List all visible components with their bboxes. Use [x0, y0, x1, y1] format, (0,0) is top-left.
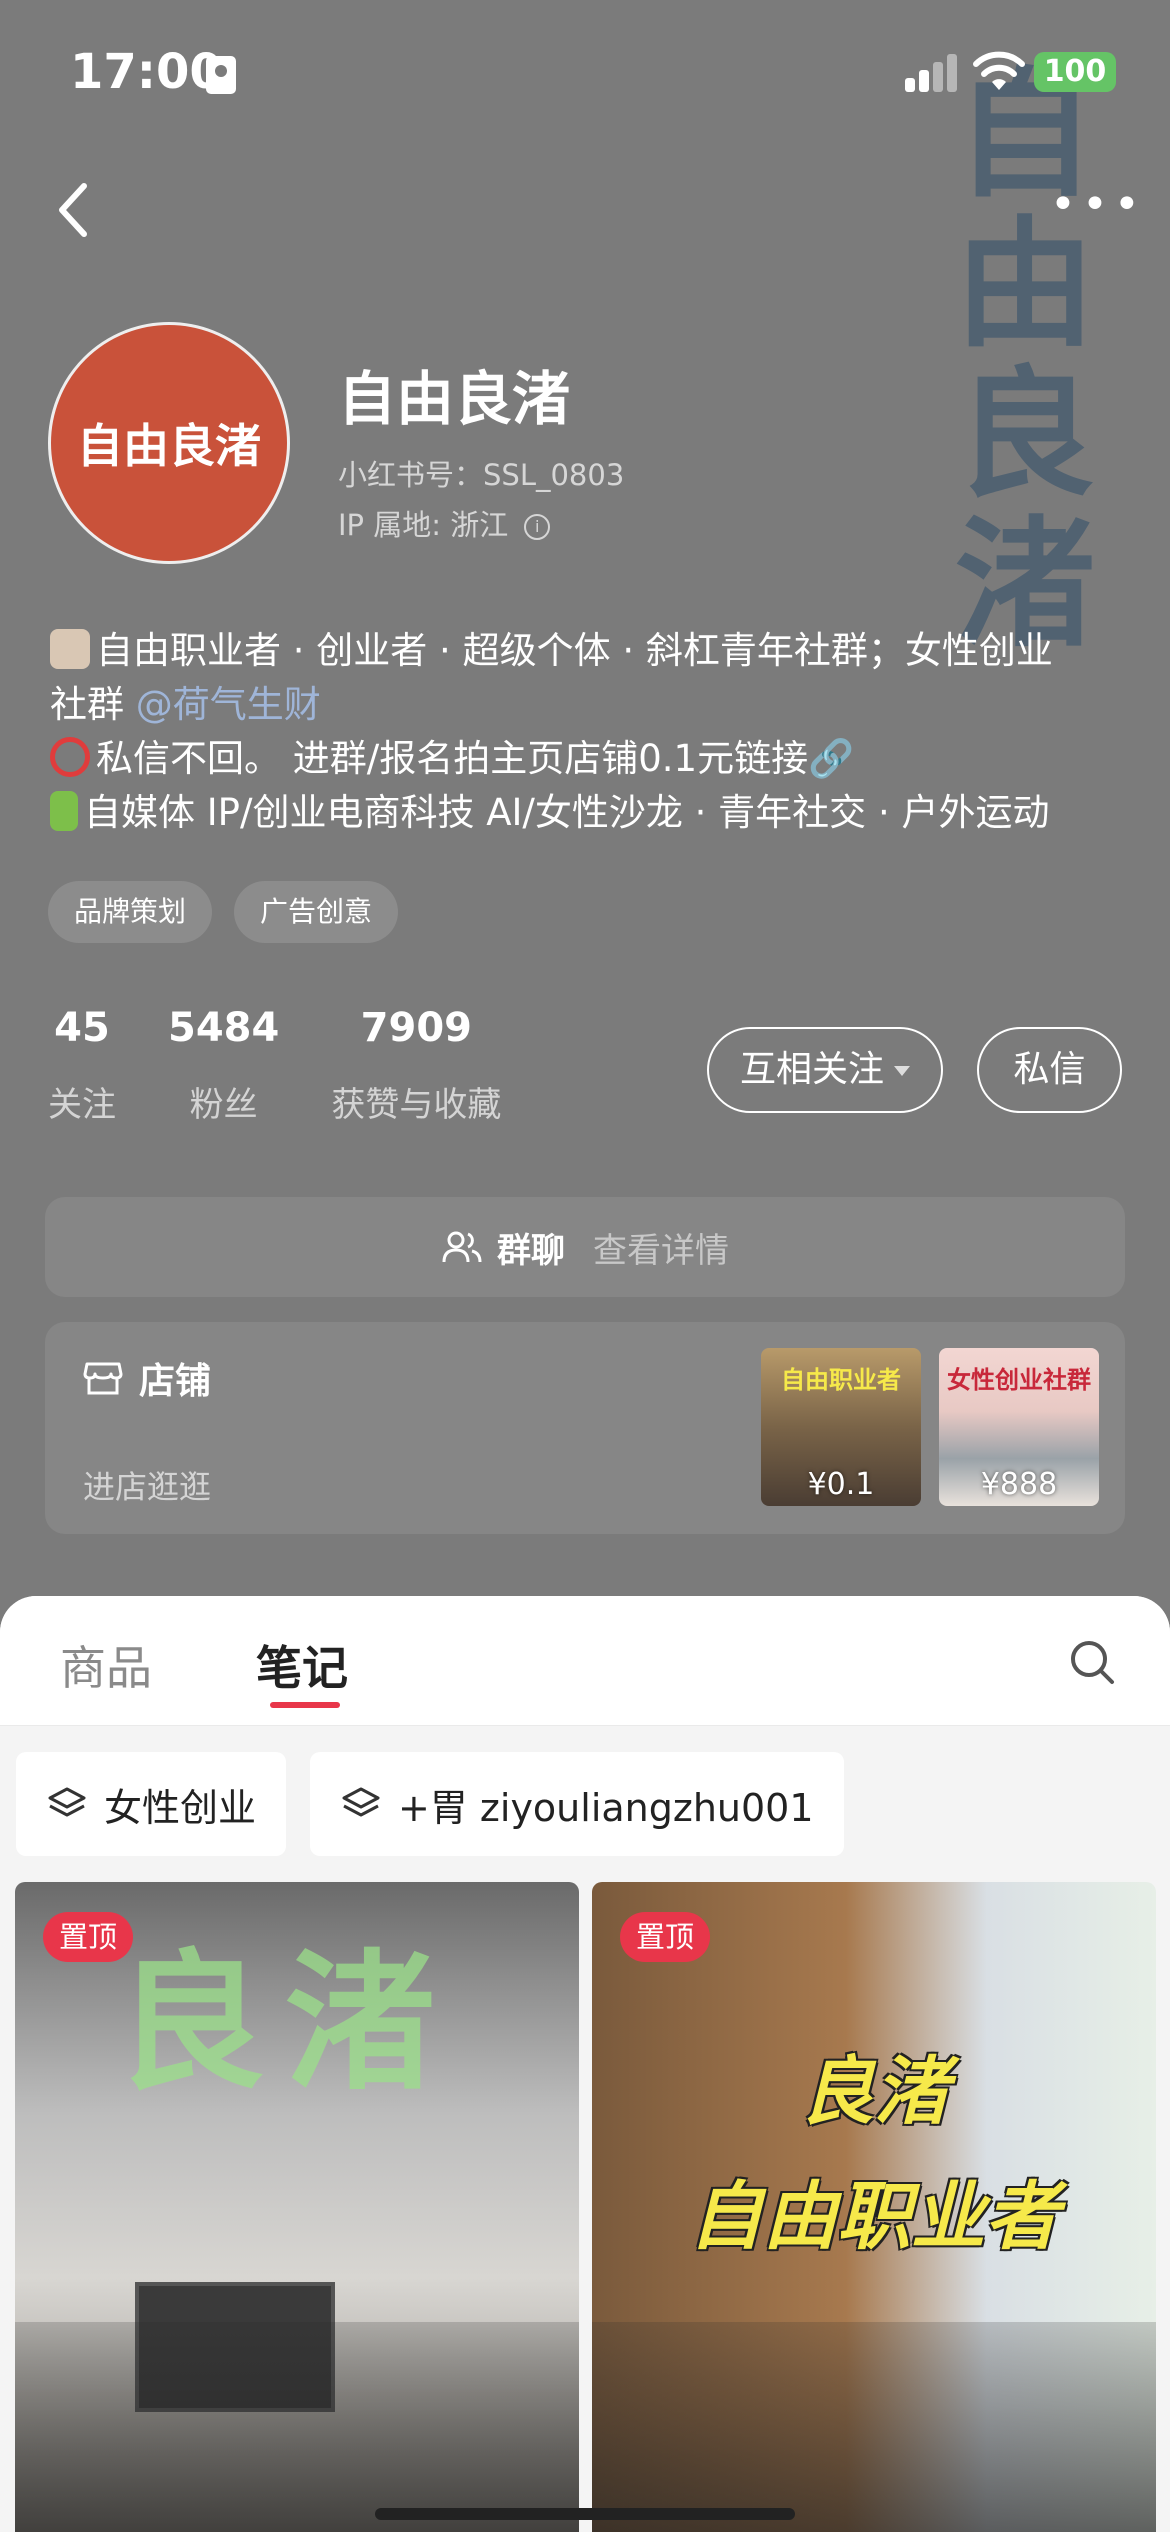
active-tab-indicator — [270, 1702, 340, 1708]
layers-icon — [342, 1787, 380, 1817]
stat-label: 获赞与收藏 — [331, 1085, 502, 1125]
stat-value: 5484 — [168, 1005, 280, 1051]
note-cover-image — [15, 2322, 579, 2532]
store-title-text: 店铺 — [139, 1361, 212, 1402]
note-cover-text: 良渚 — [115, 1937, 456, 2111]
status-time: 17:00 — [70, 44, 223, 100]
bio-text-3: 私信不回。 进群/报名拍主页店铺0.1元链接🔗 — [96, 737, 855, 780]
pinned-badge: 置顶 — [43, 1912, 134, 1962]
ip-location-text: IP 属地: 浙江 — [338, 508, 509, 542]
search-icon[interactable] — [1068, 1638, 1116, 1686]
group-icon — [442, 1231, 482, 1263]
signal-icon — [905, 52, 959, 92]
bio-line-1: 自由职业者 · 创业者 · 超级个体 · 斜杠青年社群；女性创业 — [50, 624, 1130, 678]
content-sheet: 商品 笔记 女性创业 +胃 ziyouliangzhu001 良渚 置顶 良渚 … — [0, 1596, 1170, 2532]
profile-bio: 自由职业者 · 创业者 · 超级个体 · 斜杠青年社群；女性创业 社群 @荷气生… — [50, 624, 1130, 840]
prohibited-emoji-icon — [50, 737, 90, 777]
more-options-icon[interactable]: ••• — [1050, 183, 1140, 227]
note-cover-line: 自由职业者 — [689, 2174, 1059, 2260]
caret-down-icon — [894, 1066, 910, 1076]
battery-indicator: 100 — [1034, 52, 1116, 92]
store-subtitle: 进店逛逛 — [83, 1468, 212, 1506]
stat-value: 7909 — [360, 1005, 472, 1051]
bio-line-3: 私信不回。 进群/报名拍主页店铺0.1元链接🔗 — [50, 732, 1130, 786]
store-item-price: ¥0.1 — [807, 1467, 875, 1502]
tab-notes[interactable]: 笔记 — [256, 1632, 348, 1698]
store-item-thumbnail[interactable]: 女性创业社群 ¥888 — [939, 1348, 1099, 1506]
collection-chip-label: +胃 ziyouliangzhu001 — [398, 1785, 814, 1830]
store-item-caption: 女性创业社群 — [947, 1366, 1091, 1394]
info-icon[interactable]: i — [524, 514, 551, 540]
bio-text-2: 社群 — [50, 683, 136, 726]
background-calligraphy: 自由良渚 — [954, 53, 1095, 667]
bio-line-4: 自媒体 IP/创业电商科技 AI/女性沙龙 · 青年社交 · 户外运动 — [50, 786, 1130, 840]
note-cover-image — [592, 2322, 1156, 2532]
profile-stats: 45 关注 5484 粉丝 7909 获赞与收藏 — [48, 1005, 553, 1126]
battery-emoji-icon — [50, 791, 78, 831]
tab-bar: 商品 笔记 — [0, 1596, 1170, 1726]
store-title: 店铺 — [83, 1352, 211, 1404]
back-arrow-icon[interactable] — [48, 170, 108, 250]
note-cover-line: 良渚 — [800, 2049, 948, 2135]
ip-location: IP 属地: 浙江 i — [338, 502, 551, 544]
mutual-follow-button[interactable]: 互相关注 — [707, 1027, 943, 1113]
group-chat-detail: 查看详情 — [593, 1230, 729, 1271]
store-item-price: ¥888 — [980, 1467, 1058, 1502]
profile-tags: 品牌策划 广告创意 — [48, 881, 399, 943]
tag-brand-planning: 品牌策划 — [48, 881, 213, 943]
stat-followers[interactable]: 5484 粉丝 — [168, 1005, 279, 1126]
store-icon — [83, 1362, 123, 1395]
group-chat-label: 群聊 — [497, 1230, 565, 1271]
stat-value: 45 — [54, 1005, 110, 1051]
profile-name: 自由良渚 — [338, 365, 571, 433]
tab-goods[interactable]: 商品 — [60, 1632, 152, 1698]
collection-chip[interactable]: +胃 ziyouliangzhu001 — [310, 1752, 844, 1856]
note-card[interactable]: 良渚 自由职业者 置顶 — [592, 1882, 1156, 2532]
pinned-badge: 置顶 — [620, 1912, 711, 1962]
status-bar: 17:00 100 — [0, 0, 1170, 140]
bio-text-1: 自由职业者 · 创业者 · 超级个体 · 斜杠青年社群；女性创业 — [96, 629, 1053, 672]
avatar[interactable]: 自由良渚 — [48, 322, 290, 564]
person-emoji-icon — [50, 629, 90, 669]
note-card[interactable]: 良渚 置顶 — [15, 1882, 579, 2532]
note-cover-text: 良渚 自由职业者 — [592, 2032, 1156, 2264]
stat-label: 粉丝 — [189, 1085, 258, 1125]
store-item-thumbnail[interactable]: 自由职业者 ¥0.1 — [761, 1348, 921, 1506]
wifi-icon — [973, 51, 1025, 90]
store-card[interactable]: 店铺 进店逛逛 自由职业者 ¥0.1 女性创业社群 ¥888 — [45, 1322, 1125, 1534]
stat-following[interactable]: 45 关注 — [48, 1005, 116, 1126]
collection-chip[interactable]: 女性创业 — [16, 1752, 287, 1856]
layers-icon — [48, 1787, 86, 1817]
home-indicator[interactable] — [375, 2508, 795, 2520]
stat-likes-collects[interactable]: 7909 获赞与收藏 — [331, 1005, 501, 1126]
collection-chip-label: 女性创业 — [104, 1785, 257, 1830]
stat-label: 关注 — [48, 1085, 116, 1125]
mutual-follow-label: 互相关注 — [739, 1049, 884, 1090]
bio-text-4: 自媒体 IP/创业电商科技 AI/女性沙龙 · 青年社交 · 户外运动 — [84, 791, 1050, 834]
message-button[interactable]: 私信 — [977, 1027, 1122, 1113]
store-item-caption: 自由职业者 — [781, 1366, 901, 1394]
profile-id[interactable]: 小红书号：SSL_0803 — [338, 452, 624, 494]
tag-ad-creative: 广告创意 — [234, 881, 399, 943]
collection-filters: 女性创业 +胃 ziyouliangzhu001 — [16, 1752, 844, 1856]
contact-card-icon — [206, 56, 236, 94]
mention-link[interactable]: @荷气生财 — [136, 683, 321, 726]
group-chat-card[interactable]: 群聊 查看详情 — [45, 1197, 1125, 1297]
bio-line-2: 社群 @荷气生财 — [50, 678, 1130, 732]
